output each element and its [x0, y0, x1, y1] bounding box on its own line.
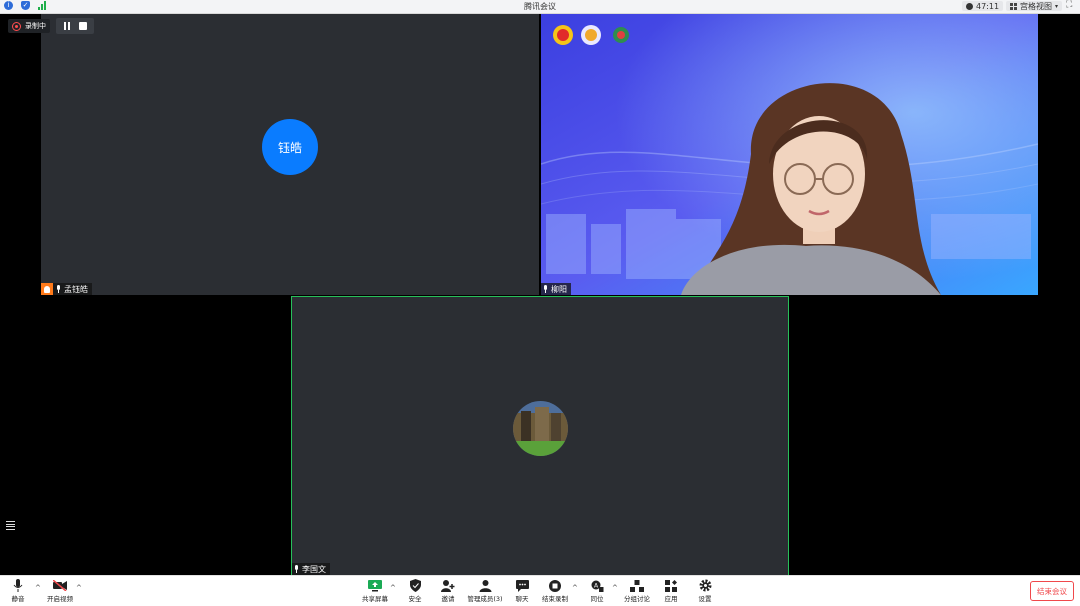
recording-badge: 录制中	[8, 19, 50, 33]
recording-controls	[56, 18, 94, 34]
video-tile[interactable]: 钰皓 孟钰皓	[41, 14, 539, 295]
stop-recording-button[interactable]	[76, 21, 90, 31]
avatar	[513, 401, 568, 456]
participant-name: 柳阳	[551, 284, 567, 294]
grid-icon	[1010, 2, 1017, 10]
gear-icon	[698, 579, 712, 592]
member-list-icon[interactable]	[6, 521, 15, 530]
record-icon	[12, 21, 21, 31]
shield-icon	[408, 579, 422, 592]
microphone-icon	[294, 565, 299, 573]
participant-name: 李国文	[302, 564, 326, 574]
mute-button[interactable]: 静音	[0, 579, 38, 603]
participant-video	[541, 14, 1038, 295]
recording-bar: 录制中	[8, 18, 94, 34]
participant-name-tag: 李国文	[292, 563, 330, 575]
camera-off-icon	[53, 579, 67, 592]
interpret-button[interactable]: A 同位	[577, 579, 617, 603]
avatar-photo	[513, 401, 568, 456]
end-recording-button[interactable]: 结束录制	[535, 579, 575, 603]
video-tile[interactable]: 柳阳	[541, 14, 1038, 295]
meeting-timer: 47:11	[962, 1, 1004, 11]
invite-button[interactable]: 邀请	[428, 579, 468, 603]
apps-icon	[664, 579, 678, 592]
recording-label: 录制中	[25, 22, 46, 30]
breakout-icon	[630, 579, 644, 592]
fullscreen-icon[interactable]: ⛶	[1066, 1, 1075, 10]
avatar: 钰皓	[262, 119, 318, 175]
interpretation-icon: A	[590, 579, 604, 592]
stop-record-icon	[548, 579, 562, 592]
share-screen-icon	[368, 579, 382, 592]
pause-recording-button[interactable]	[60, 21, 74, 31]
share-screen-button[interactable]: 共享屏幕	[355, 579, 395, 603]
chevron-up-icon[interactable]: ^	[76, 584, 82, 592]
manage-members-button[interactable]: 管理成员(3)	[465, 579, 505, 603]
end-meeting-button[interactable]: 结束会议	[1030, 581, 1074, 601]
timer-text: 47:11	[976, 1, 1000, 11]
add-user-icon	[441, 579, 455, 592]
participant-name-tag: 孟钰皓	[41, 283, 92, 295]
participant-name-tag: 柳阳	[541, 283, 571, 295]
start-video-button[interactable]: 开启视频	[40, 579, 80, 603]
members-icon	[478, 579, 492, 592]
microphone-icon	[11, 579, 25, 592]
meeting-toolbar: 静音 ^ 开启视频 ^ 共享屏幕 ^ 安全 邀请 管理成员(3) 聊天 结束录制…	[0, 575, 1080, 606]
microphone-icon	[543, 285, 548, 293]
microphone-icon	[56, 285, 61, 293]
settings-button[interactable]: 设置	[685, 579, 725, 603]
video-tile[interactable]: 李国文	[291, 296, 789, 576]
view-mode-selector[interactable]: 宫格视图 ▾	[1006, 1, 1063, 11]
title-bar: i ✓ 腾讯会议 47:11 宫格视图 ▾ ⛶	[0, 0, 1080, 14]
app-title: 腾讯会议	[524, 2, 556, 11]
view-mode-label: 宫格视图	[1020, 1, 1052, 11]
participant-name: 孟钰皓	[64, 284, 88, 294]
chevron-down-icon: ▾	[1055, 2, 1059, 10]
host-icon	[41, 283, 53, 295]
chat-icon	[515, 579, 529, 592]
clock-icon	[966, 2, 973, 10]
